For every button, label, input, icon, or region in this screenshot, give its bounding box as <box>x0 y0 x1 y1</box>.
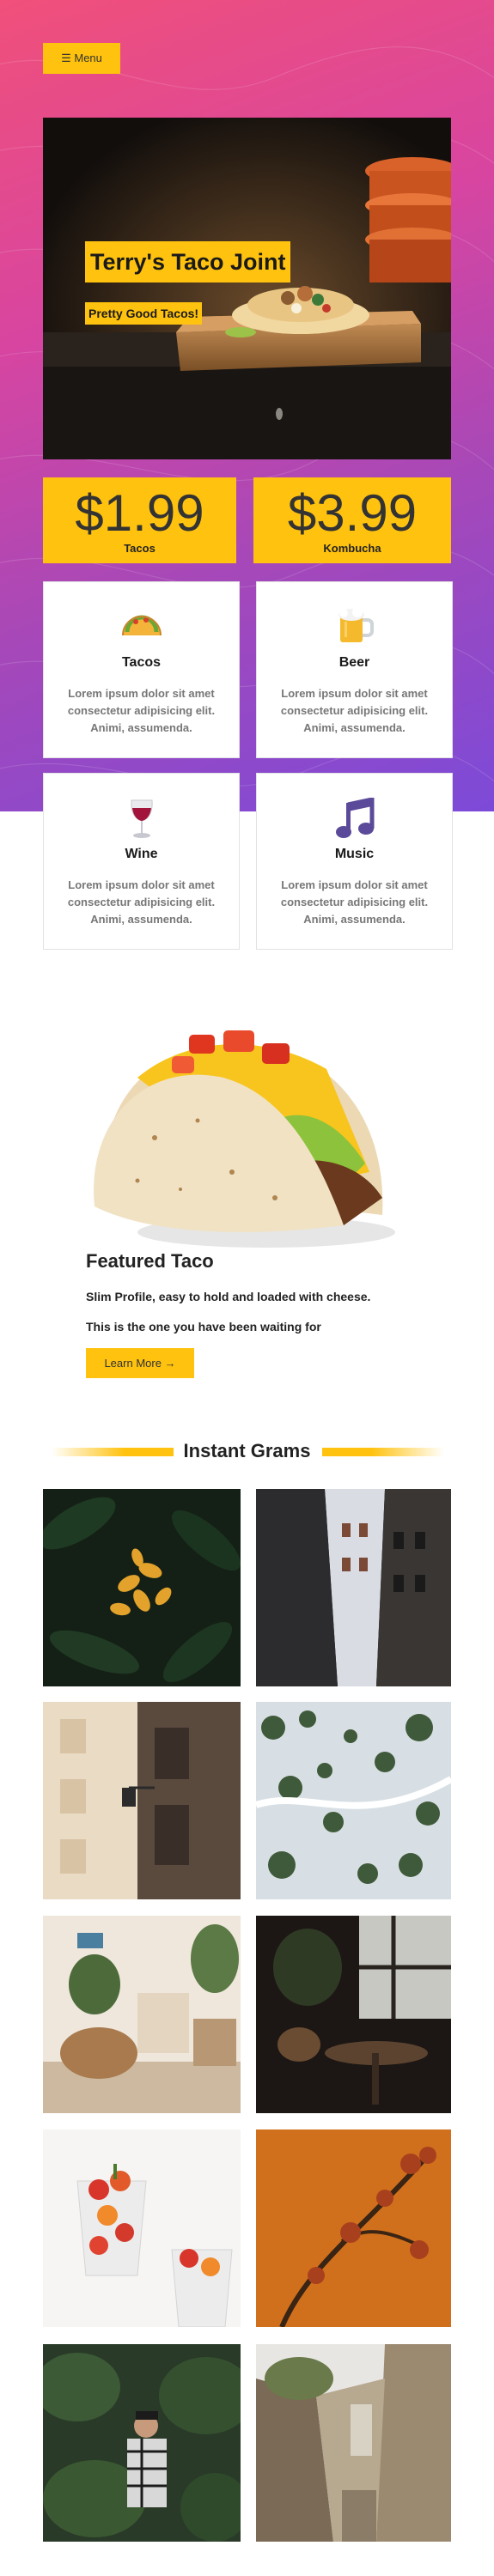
gram-photo-man-in-greenery[interactable] <box>43 2344 241 2542</box>
wine-glass-icon <box>44 798 239 841</box>
gram-photo-narrow-street[interactable] <box>256 1489 451 1686</box>
featured-description: Slim Profile, easy to hold and loaded wi… <box>86 1290 371 1303</box>
gram-photo-snowy-forest[interactable] <box>256 1702 451 1899</box>
card-title: Beer <box>338 655 370 670</box>
price-value: $1.99 <box>75 484 204 542</box>
menu-button-label: ☰ Menu <box>61 52 102 64</box>
card-text: Lorem ipsum dolor sit amet consectetur a… <box>67 687 216 734</box>
price-label: Tacos <box>124 542 156 555</box>
gram-photo-living-room[interactable] <box>43 1916 241 2113</box>
featured-tagline: This is the one you have been waiting fo… <box>86 1320 321 1334</box>
price-label: Kombucha <box>323 542 381 555</box>
price-box-tacos: $1.99 Tacos <box>43 477 236 563</box>
card-text: Lorem ipsum dolor sit amet consectetur a… <box>280 687 429 734</box>
card-title: Music <box>334 847 375 861</box>
gram-photo-stone-alley[interactable] <box>256 2344 451 2542</box>
music-note-icon <box>257 798 452 841</box>
price-box-kombucha: $3.99 Kombucha <box>253 477 451 563</box>
gram-photo-building-lamp[interactable] <box>43 1702 241 1899</box>
card-tacos: Tacos Lorem ipsum dolor sit amet consect… <box>43 581 240 758</box>
hero-subtitle: Pretty Good Tacos! <box>85 302 203 325</box>
card-beer: Beer Lorem ipsum dolor sit amet consecte… <box>256 581 453 758</box>
beer-icon <box>257 606 452 649</box>
card-music: Music Lorem ipsum dolor sit amet consect… <box>256 773 453 950</box>
featured-taco-image <box>86 1000 412 1254</box>
card-wine: Wine Lorem ipsum dolor sit amet consecte… <box>43 773 240 950</box>
price-value: $3.99 <box>287 484 418 542</box>
card-text: Lorem ipsum dolor sit amet consectetur a… <box>67 878 216 926</box>
gram-photo-cafe-window[interactable] <box>256 1916 451 2113</box>
grams-title: Instant Grams <box>183 1440 311 1461</box>
hero-photo <box>43 118 451 459</box>
gram-photo-fruit-glasses[interactable] <box>43 2129 241 2327</box>
taco-icon <box>44 606 239 649</box>
grams-divider-left <box>52 1448 174 1456</box>
gram-photo-orange-flowers[interactable] <box>43 1489 241 1686</box>
card-title: Wine <box>125 847 158 861</box>
featured-title: Featured Taco <box>86 1250 214 1272</box>
menu-button[interactable]: ☰ Menu <box>43 43 120 74</box>
learn-more-button[interactable]: Learn More → <box>86 1348 194 1378</box>
card-title: Tacos <box>121 655 162 670</box>
card-text: Lorem ipsum dolor sit amet consectetur a… <box>280 878 429 926</box>
hero-title: Terry's Taco Joint <box>85 241 291 283</box>
gram-photo-orange-blossoms[interactable] <box>256 2129 451 2327</box>
grams-divider-right <box>322 1448 444 1456</box>
